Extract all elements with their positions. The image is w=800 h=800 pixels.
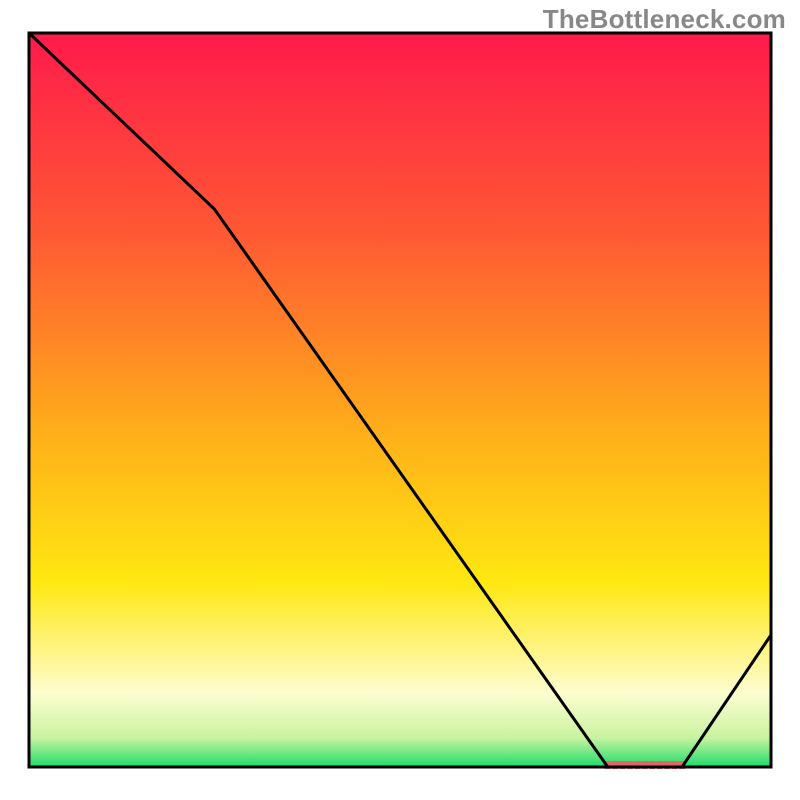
chart-frame: TheBottleneck.com [0,0,800,800]
bottleneck-chart [0,0,800,800]
watermark-text: TheBottleneck.com [543,4,786,35]
plot-background [29,33,771,767]
